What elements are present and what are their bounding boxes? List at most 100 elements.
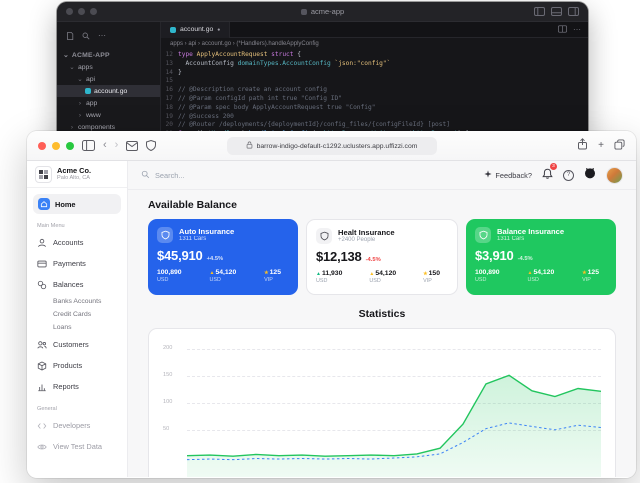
tab-more-icon[interactable]: ⋯ (573, 25, 581, 34)
help-button[interactable]: ? (563, 169, 574, 181)
privacy-shield-icon[interactable] (146, 140, 157, 151)
sidebar-item-customers[interactable]: Customers (27, 334, 127, 355)
sidebar-item-products[interactable]: Products (27, 355, 127, 376)
new-file-icon[interactable] (66, 27, 74, 45)
eye-icon (37, 442, 47, 452)
card-stat: ★ 125 VIP (264, 269, 281, 284)
line-number: 13 (165, 59, 173, 67)
toggle-right-panel-icon[interactable] (568, 7, 579, 16)
zoom-window-button[interactable] (66, 141, 74, 150)
chevron-down-icon: ⌄ (77, 76, 83, 83)
bar-chart-icon (37, 382, 47, 392)
company-name: Acme Co. (57, 165, 92, 175)
breadcrumb[interactable]: apps › api › account.go › (*Handlers).ha… (161, 38, 588, 49)
dashboard: Available Balance Auto Insurance 1311 Ca… (128, 190, 636, 477)
balance-cards: Auto Insurance 1311 Cars $45,910 +4.5% 1… (128, 219, 636, 295)
arrow-up-icon: ▲ (209, 269, 215, 276)
tab-account-go[interactable]: account.go ● (161, 21, 231, 38)
sidebar-item-accounts[interactable]: Accounts (27, 232, 127, 253)
split-editor-icon[interactable] (558, 24, 567, 35)
search-input[interactable] (155, 170, 285, 180)
new-tab-icon[interactable]: + (598, 140, 604, 151)
url-text: barrow-indigo-default-c1292.uclusters.ap… (256, 142, 418, 150)
window-controls (66, 8, 97, 15)
card-delta: -4.5% (365, 257, 381, 264)
tabs-overview-icon[interactable] (614, 137, 625, 155)
card-auto-insurance: Auto Insurance 1311 Cars $45,910 +4.5% 1… (148, 219, 298, 295)
statistics-heading: Statistics (358, 308, 406, 320)
card-stat: ▲ 54,120 USD (369, 270, 397, 285)
address-bar[interactable]: barrow-indigo-default-c1292.uclusters.ap… (226, 137, 437, 155)
card-stat: ▲ 54,120 USD (209, 269, 237, 284)
close-window-button[interactable] (38, 141, 46, 150)
minimize-window-button[interactable] (52, 141, 60, 150)
app-topbar: Feedback? 3 ? (128, 161, 636, 190)
sidebar-item-label: View Test Data (53, 442, 103, 451)
toggle-left-panel-icon[interactable] (534, 7, 545, 16)
tree-item-api[interactable]: ⌄ api (57, 73, 160, 85)
app-logo-icon (300, 8, 307, 15)
code-line: } (178, 68, 182, 76)
statistics-chart: 200 150 100 50 (148, 328, 616, 477)
card-delta: -4.5% (517, 256, 533, 263)
y-tick-label: 200 (163, 345, 173, 351)
area-series (187, 375, 601, 477)
editor-window-title: acme-app (57, 7, 588, 16)
editor-window-title-text: acme-app (310, 7, 345, 16)
explorer-more-icon[interactable]: ⋯ (98, 32, 106, 40)
sidebar-item-label: Customers (53, 340, 89, 349)
sidebar-subitem-loans[interactable]: Loans (27, 321, 127, 334)
tab-actions: ⋯ (558, 24, 588, 35)
sidebar-item-balances[interactable]: Balances (27, 274, 127, 295)
web-app: Acme Co. Palo Alto, CA Home Main Menu Ac… (27, 161, 636, 477)
sidebar-item-developers[interactable]: Developers (27, 415, 127, 436)
sidebar-item-payments[interactable]: Payments (27, 253, 127, 274)
sidebar-subitem-credit-cards[interactable]: Credit Cards (27, 308, 127, 321)
arrow-up-icon: ▲ (369, 270, 375, 277)
main-content: Feedback? 3 ? Available Balance (128, 161, 636, 477)
avatar[interactable] (606, 166, 623, 184)
code-line: // @Param configId path int true "Config… (178, 94, 342, 102)
users-icon (37, 340, 47, 350)
sidebar-item-view-test-data[interactable]: View Test Data (27, 436, 127, 457)
card-subtitle: +2400 People (338, 237, 376, 244)
share-icon[interactable] (577, 137, 588, 155)
tree-item-account-go[interactable]: account.go (57, 85, 160, 97)
card-balance-insurance: Balance Insurance 1311 Cars $3,910 -4.5% (466, 219, 616, 295)
sidebar-item-home[interactable]: Home (33, 194, 121, 214)
toggle-bottom-panel-icon[interactable] (551, 7, 562, 16)
sidebar-item-label: Payments (53, 259, 86, 268)
card-amount: $12,138 (316, 249, 362, 265)
minimize-window-button[interactable] (78, 8, 85, 15)
sidebar-subitem-banks-accounts[interactable]: Banks Accounts (27, 295, 127, 308)
project-root-item[interactable]: ⌄ ACME-APP (57, 49, 160, 61)
tree-item-www[interactable]: › www (57, 109, 160, 121)
company-switcher[interactable]: Acme Co. Palo Alto, CA (27, 161, 127, 188)
notifications-button[interactable]: 3 (542, 163, 557, 184)
tree-item-apps[interactable]: ⌄ apps (57, 61, 160, 73)
github-button[interactable] (584, 166, 596, 184)
zoom-window-button[interactable] (90, 8, 97, 15)
sidebar-item-reports[interactable]: Reports (27, 376, 127, 397)
search-icon[interactable] (82, 27, 90, 45)
editor-panel-toggles (534, 7, 579, 16)
back-icon[interactable]: ‹ (103, 140, 107, 151)
mail-icon[interactable] (126, 140, 139, 151)
section-label-main-menu: Main Menu (37, 223, 65, 229)
go-file-icon (170, 26, 176, 33)
section-label-general: General (37, 406, 57, 412)
feedback-button[interactable]: Feedback? (484, 170, 532, 180)
sparkle-icon (484, 170, 493, 180)
star-icon: ★ (264, 269, 269, 276)
arrow-up-icon: ▲ (527, 269, 533, 276)
code-line: // @Param spec body ApplyAccountRequest … (178, 103, 376, 111)
sidebar-toggle-icon[interactable] (82, 140, 95, 151)
forward-icon[interactable]: › (115, 140, 119, 151)
modified-dot-icon: ● (217, 26, 221, 33)
code-line: // @Success 200 (178, 112, 234, 120)
close-window-button[interactable] (66, 8, 73, 15)
sidebar-item-label: Developers (53, 421, 91, 430)
line-number: 20 (165, 121, 173, 129)
tree-item-app[interactable]: › app (57, 97, 160, 109)
search-icon (141, 166, 150, 184)
